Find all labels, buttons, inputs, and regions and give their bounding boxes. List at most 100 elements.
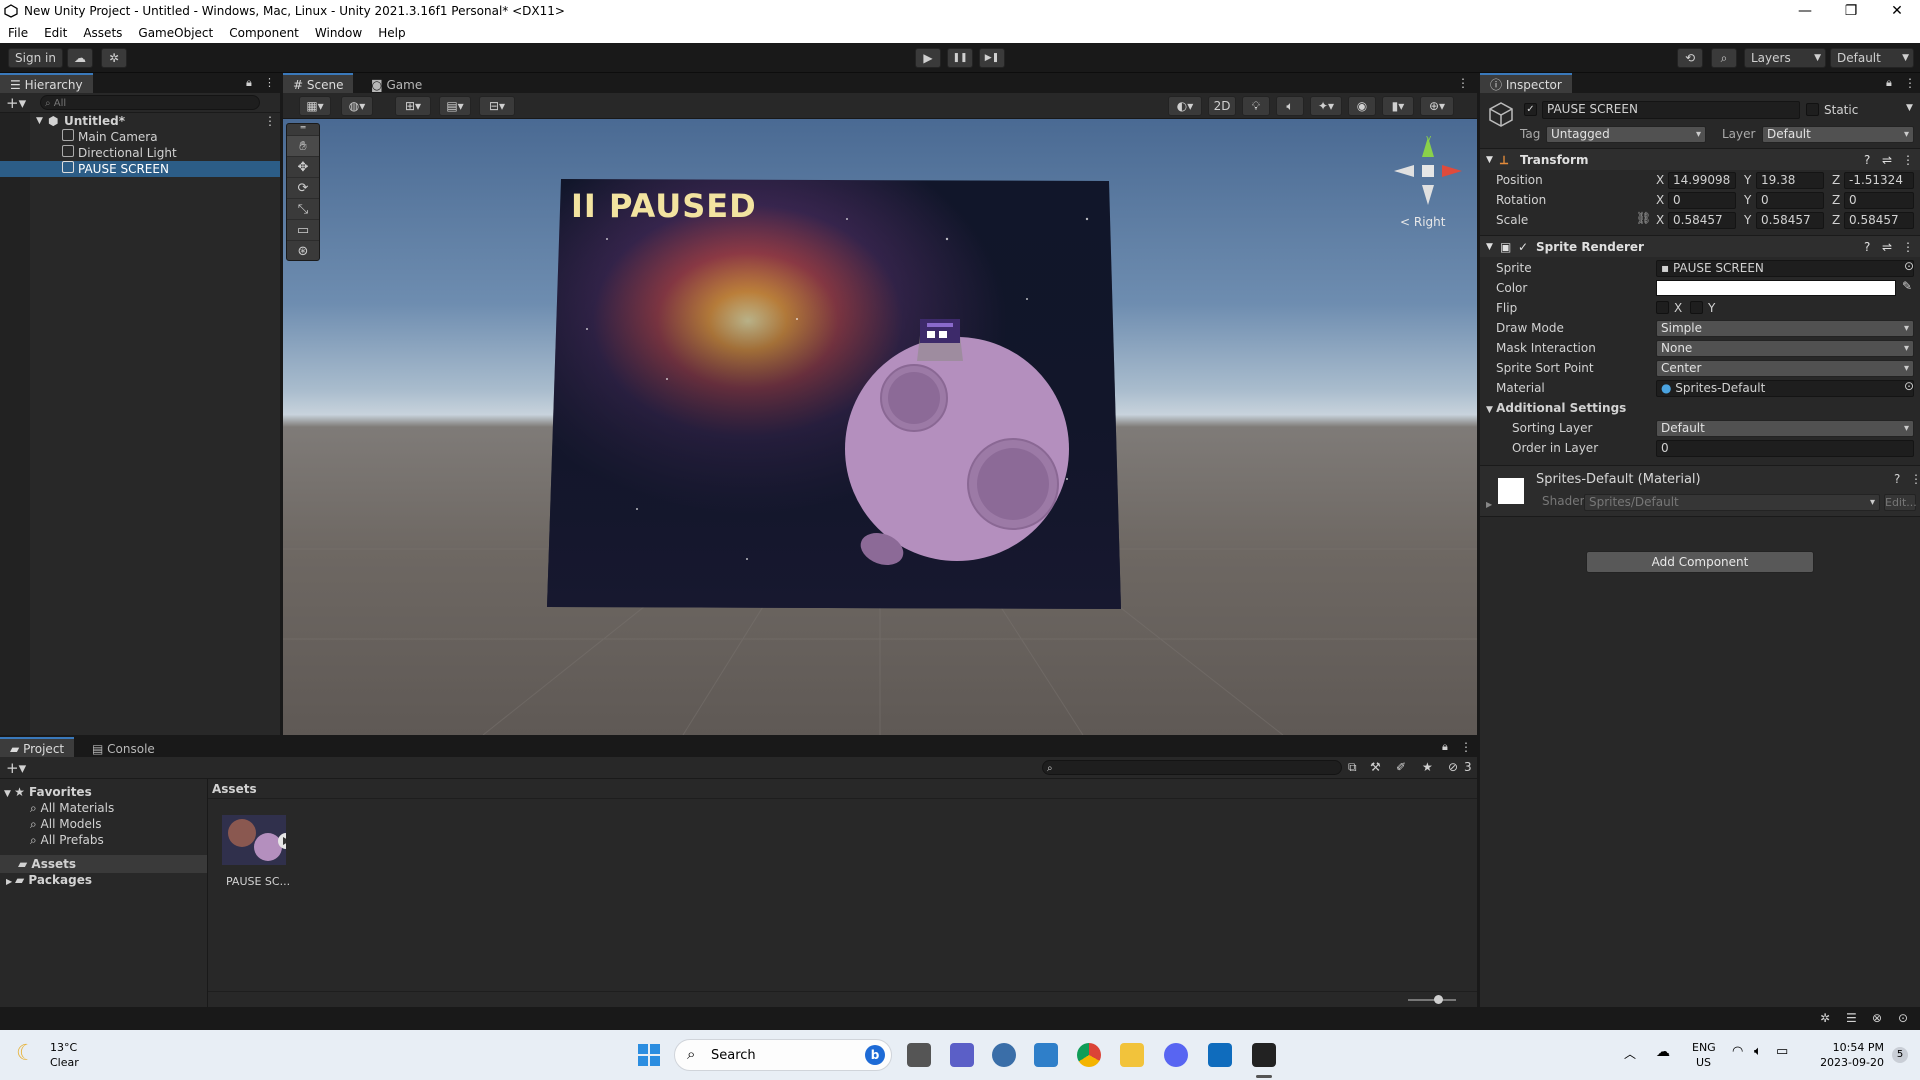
history-icon[interactable]: ⟲ [1677,48,1703,68]
sprite-renderer-header[interactable]: ▼ ▣ ✓ Sprite Renderer ? ⇌ ⋮ [1480,235,1920,257]
teams-chat-icon[interactable] [950,1043,974,1067]
layer-dropdown[interactable]: Default [1762,126,1914,143]
hidden-objects-icon[interactable]: ◉ [1348,96,1376,116]
audio-icon[interactable]: 🔈︎ [1276,96,1304,116]
pause-screen-sprite[interactable]: II PAUSED [547,179,1121,609]
help-icon[interactable]: ? [1894,472,1900,486]
shading-mode-icon[interactable]: ◐▾ [1168,96,1202,116]
gizmos-icon[interactable]: ⊕▾ [1420,96,1454,116]
inspector-more-icon[interactable]: ⋮ [1904,76,1916,90]
layers-dropdown[interactable]: Layers ▼ [1744,48,1826,68]
maximize-button[interactable]: ❐ [1828,0,1874,22]
sprite-field[interactable]: ▪ PAUSE SCREEN [1656,260,1914,277]
collab-icon[interactable]: ✲ [101,48,127,68]
file-explorer-icon[interactable] [1120,1043,1144,1067]
favorite-all-prefabs[interactable]: ⌕ All Prefabs [30,831,104,849]
menu-file[interactable]: File [0,26,36,40]
chevron-right-icon[interactable]: ▶ [1486,500,1492,509]
scene-more-menu-icon[interactable]: ⋮ [1457,76,1469,90]
mode-2d-toggle[interactable]: 2D [1208,96,1236,116]
hidden-packages-icon[interactable]: ⊘ [1448,760,1458,774]
help-icon[interactable]: ? [1864,149,1870,171]
hand-tool-icon[interactable]: ✋︎ [287,136,319,157]
component-menu-icon[interactable]: ⋮ [1902,149,1914,171]
cloud-icon[interactable]: ☁ [67,48,93,68]
component-menu-icon[interactable]: ⋮ [1910,472,1920,486]
clock-time[interactable]: 10:54 PM [1826,1041,1884,1054]
chevron-down-icon[interactable]: ▼ [36,113,43,129]
shader-edit-button[interactable]: Edit... [1884,494,1917,511]
flip-y-checkbox[interactable] [1690,301,1703,314]
cache-icon[interactable]: ☰ [1846,1011,1857,1025]
debug-icon[interactable]: ✲ [1820,1011,1830,1025]
tag-icon[interactable]: ✐ [1396,760,1406,774]
discord-icon[interactable] [1164,1043,1188,1067]
rotation-y-field[interactable]: 0 [1756,192,1824,209]
position-x-field[interactable]: 14.99098 [1668,172,1736,189]
hierarchy-item-directional-light[interactable]: Directional Light [0,145,280,161]
camera-settings-icon[interactable]: ▮▾ [1382,96,1414,116]
scene-root-row[interactable]: ▼ ⬢ Untitled* ⋮ [0,113,280,129]
scale-y-field[interactable]: 0.58457 [1756,212,1824,229]
settings-gear-icon[interactable] [992,1043,1016,1067]
onedrive-cloud-icon[interactable]: ☁ [1656,1044,1670,1060]
pause-button[interactable]: ❚❚ [947,48,973,68]
menu-assets[interactable]: Assets [75,26,130,40]
tab-game[interactable]: ◙ Game [361,73,433,93]
taskbar-search-box[interactable]: ⌕ Search b [674,1039,892,1071]
transform-header[interactable]: ▼ ⟂ Transform ? ⇌ ⋮ [1480,148,1920,170]
increment-snap-icon[interactable]: ⊟▾ [479,96,515,116]
overlay-handle[interactable]: ═ [287,124,319,136]
weather-temp[interactable]: 13°C [50,1041,77,1054]
project-search-input[interactable]: ⌕ [1042,760,1342,775]
scene-more-icon[interactable]: ⋮ [264,113,276,129]
minimize-button[interactable]: — [1782,0,1828,22]
photos-icon[interactable] [1034,1043,1058,1067]
add-component-button[interactable]: Add Component [1586,551,1814,573]
orientation-gizmo[interactable]: y [1388,131,1468,211]
notification-badge[interactable]: 5 [1892,1047,1908,1063]
grid-visibility-icon[interactable]: ▤▾ [439,96,471,116]
close-button[interactable]: ✕ [1874,0,1920,22]
component-menu-icon[interactable]: ⋮ [1902,236,1914,258]
position-z-field[interactable]: -1.51324 [1844,172,1914,189]
menu-window[interactable]: Window [307,26,370,40]
order-in-layer-field[interactable]: 0 [1656,440,1914,457]
tab-inspector[interactable]: ⓘ Inspector [1480,73,1572,93]
task-view-icon[interactable] [907,1043,931,1067]
tab-scene[interactable]: # Scene [283,73,354,93]
rect-tool-icon[interactable]: ▭ [287,220,319,241]
hierarchy-search-input[interactable]: ⌕ All [40,95,260,110]
menu-edit[interactable]: Edit [36,26,75,40]
color-swatch[interactable] [1656,280,1896,296]
language-label[interactable]: ENG [1692,1041,1716,1054]
sorting-layer-dropdown[interactable]: Default [1656,420,1914,437]
outlook-icon[interactable] [1208,1043,1232,1067]
effects-icon[interactable]: ✦▾ [1310,96,1342,116]
search-by-type-icon[interactable]: ⧉ [1348,760,1357,775]
additional-settings-foldout[interactable]: ▼ Additional Settings [1486,399,1626,417]
sign-in-button[interactable]: Sign in [8,48,63,68]
scale-x-field[interactable]: 0.58457 [1668,212,1736,229]
eyedropper-icon[interactable]: ✎ [1902,279,1912,293]
wifi-icon[interactable]: ◠ [1732,1044,1743,1059]
hierarchy-item-main-camera[interactable]: Main Camera [0,129,280,145]
add-icon[interactable]: +▾ [6,94,26,112]
constrain-proportions-icon[interactable]: ⛓︎ [1636,211,1651,225]
unity-taskbar-icon[interactable] [1252,1043,1276,1067]
rotate-tool-icon[interactable]: ⟳ [287,178,319,199]
project-lock-icon[interactable]: 🔒︎ [1442,740,1448,754]
thumbnail-size-slider[interactable] [1408,999,1456,1001]
flip-x-checkbox[interactable] [1656,301,1669,314]
static-checkbox[interactable] [1806,103,1819,116]
layout-dropdown[interactable]: Default ▼ [1830,48,1914,68]
chrome-icon[interactable] [1077,1043,1101,1067]
preset-icon[interactable]: ⇌ [1882,236,1892,258]
notifications-icon[interactable]: ⊙ [1898,1011,1908,1025]
grid-snap-icon[interactable]: ⊞▾ [395,96,431,116]
rotation-z-field[interactable]: 0 [1844,192,1914,209]
preset-icon[interactable]: ⇌ [1882,149,1892,171]
sprite-sort-point-dropdown[interactable]: Center [1656,360,1914,377]
folder-packages[interactable]: ▶ ▰ Packages [6,871,92,889]
lighting-icon[interactable]: 💡︎ [1242,96,1270,116]
